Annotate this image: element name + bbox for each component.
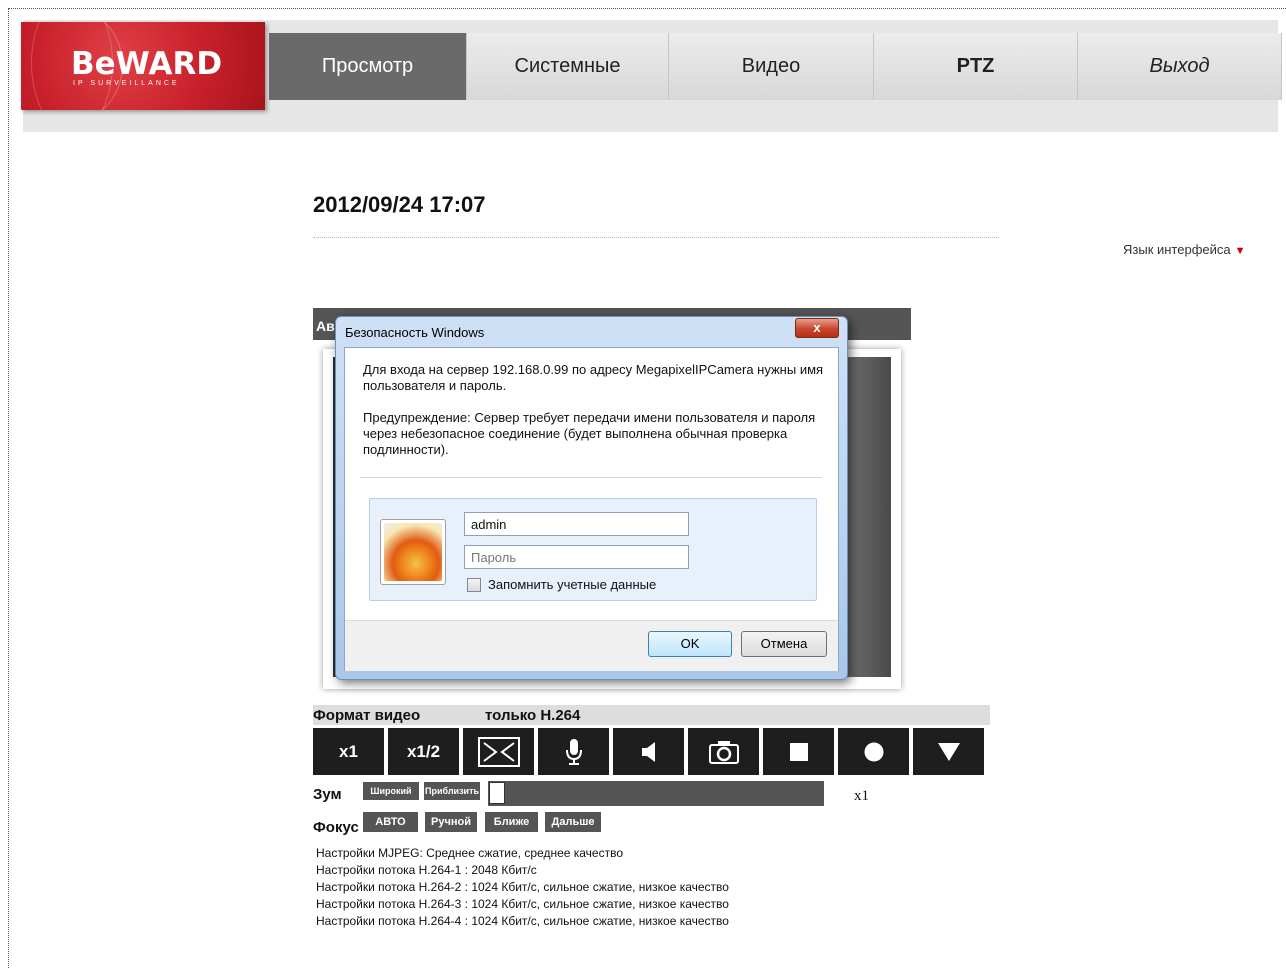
tab-ptz[interactable]: PTZ (874, 33, 1078, 100)
dialog-body: Для входа на сервер 192.168.0.99 по адре… (344, 347, 839, 671)
close-button[interactable]: x (795, 318, 839, 338)
dialog-footer: OK Отмена (345, 620, 838, 671)
focus-label: Фокус (313, 819, 359, 836)
scale-x1-button[interactable]: x1 (313, 728, 384, 775)
video-title: Ав (316, 318, 335, 334)
user-avatar (380, 519, 446, 585)
fullscreen-icon (477, 736, 520, 767)
video-format-value: только H.264 (485, 707, 581, 724)
zoom-value: x1 (854, 788, 869, 804)
focus-closer-button[interactable]: Ближе (485, 812, 538, 832)
focus-farther-button[interactable]: Дальше (545, 812, 601, 832)
triangle-down-icon (937, 742, 960, 761)
windows-security-dialog: Безопасность Windows x Для входа на серв… (335, 316, 848, 680)
zoom-slider-knob[interactable] (489, 782, 505, 804)
remember-label: Запомнить учетные данные (488, 577, 657, 592)
record-button[interactable] (838, 728, 909, 775)
main-nav: Просмотр Системные Видео PTZ Выход (269, 33, 1282, 100)
more-button[interactable] (913, 728, 984, 775)
zoom-slider[interactable] (488, 781, 824, 806)
speaker-icon (641, 741, 655, 762)
flower-icon (384, 523, 442, 581)
settings-line: Настройки MJPEG: Среднее сжатие, среднее… (316, 846, 624, 860)
zoom-wide-button[interactable]: Широкий (363, 782, 419, 800)
zoom-label: Зум (313, 786, 342, 803)
dialog-message: Для входа на сервер 192.168.0.99 по адре… (363, 362, 825, 474)
zoom-in-button[interactable]: Приблизить (424, 782, 480, 800)
beward-logo[interactable]: BeWARD IP SURVEILLANCE (21, 22, 265, 110)
username-field[interactable]: admin (464, 512, 689, 536)
record-icon (864, 742, 883, 761)
speaker-button[interactable] (613, 728, 684, 775)
stop-button[interactable] (763, 728, 834, 775)
snapshot-button[interactable] (688, 728, 759, 775)
dialog-divider (360, 477, 822, 478)
password-field[interactable]: Пароль (464, 545, 689, 569)
dialog-title: Безопасность Windows (345, 325, 485, 340)
tab-video[interactable]: Видео (669, 33, 874, 100)
logo-brand-text: BeWARD (71, 46, 223, 82)
stop-icon (789, 742, 808, 761)
logo-tagline: IP SURVEILLANCE (73, 80, 180, 87)
tab-view[interactable]: Просмотр (269, 33, 467, 100)
datetime: 2012/09/24 17:07 (313, 192, 486, 217)
tab-system[interactable]: Системные (467, 33, 669, 100)
stream-settings: Настройки MJPEG: Среднее сжатие, среднее… (316, 845, 729, 930)
settings-line: Настройки потока H.264-2 : 1024 Кбит/с, … (316, 880, 729, 894)
microphone-button[interactable] (538, 728, 609, 775)
login-prompt-text: Для входа на сервер 192.168.0.99 по адре… (363, 362, 824, 393)
settings-line: Настройки потока H.264-3 : 1024 Кбит/с, … (316, 897, 729, 911)
tab-logout[interactable]: Выход (1078, 33, 1282, 100)
fullscreen-button[interactable] (463, 728, 534, 775)
video-format-bar: Формат видео только H.264 (313, 705, 990, 725)
language-label: Язык интерфейса (1123, 242, 1231, 257)
credential-tile: admin Пароль Запомнить учетные данные (369, 498, 817, 601)
settings-line: Настройки потока H.264-1 : 2048 Кбит/с (316, 863, 537, 877)
video-format-label: Формат видео (313, 707, 421, 724)
focus-auto-button[interactable]: АВТО (363, 812, 418, 832)
remember-credentials[interactable]: Запомнить учетные данные (467, 577, 656, 592)
cancel-button[interactable]: Отмена (741, 631, 827, 657)
dropdown-triangle-icon: ▼ (1234, 245, 1246, 257)
warning-text: Предупреждение: Сервер требует передачи … (363, 410, 816, 457)
remember-checkbox[interactable] (467, 577, 481, 592)
scale-half-button[interactable]: x1/2 (388, 728, 459, 775)
focus-manual-button[interactable]: Ручной (425, 812, 477, 832)
settings-line: Настройки потока H.264-4 : 1024 Кбит/с, … (316, 914, 729, 928)
player-controls: x1 x1/2 (313, 728, 984, 775)
camera-icon (708, 740, 739, 764)
microphone-icon (565, 738, 582, 765)
divider (313, 237, 999, 238)
ok-button[interactable]: OK (648, 631, 732, 657)
language-selector[interactable]: Язык интерфейса ▼ (1123, 242, 1246, 257)
